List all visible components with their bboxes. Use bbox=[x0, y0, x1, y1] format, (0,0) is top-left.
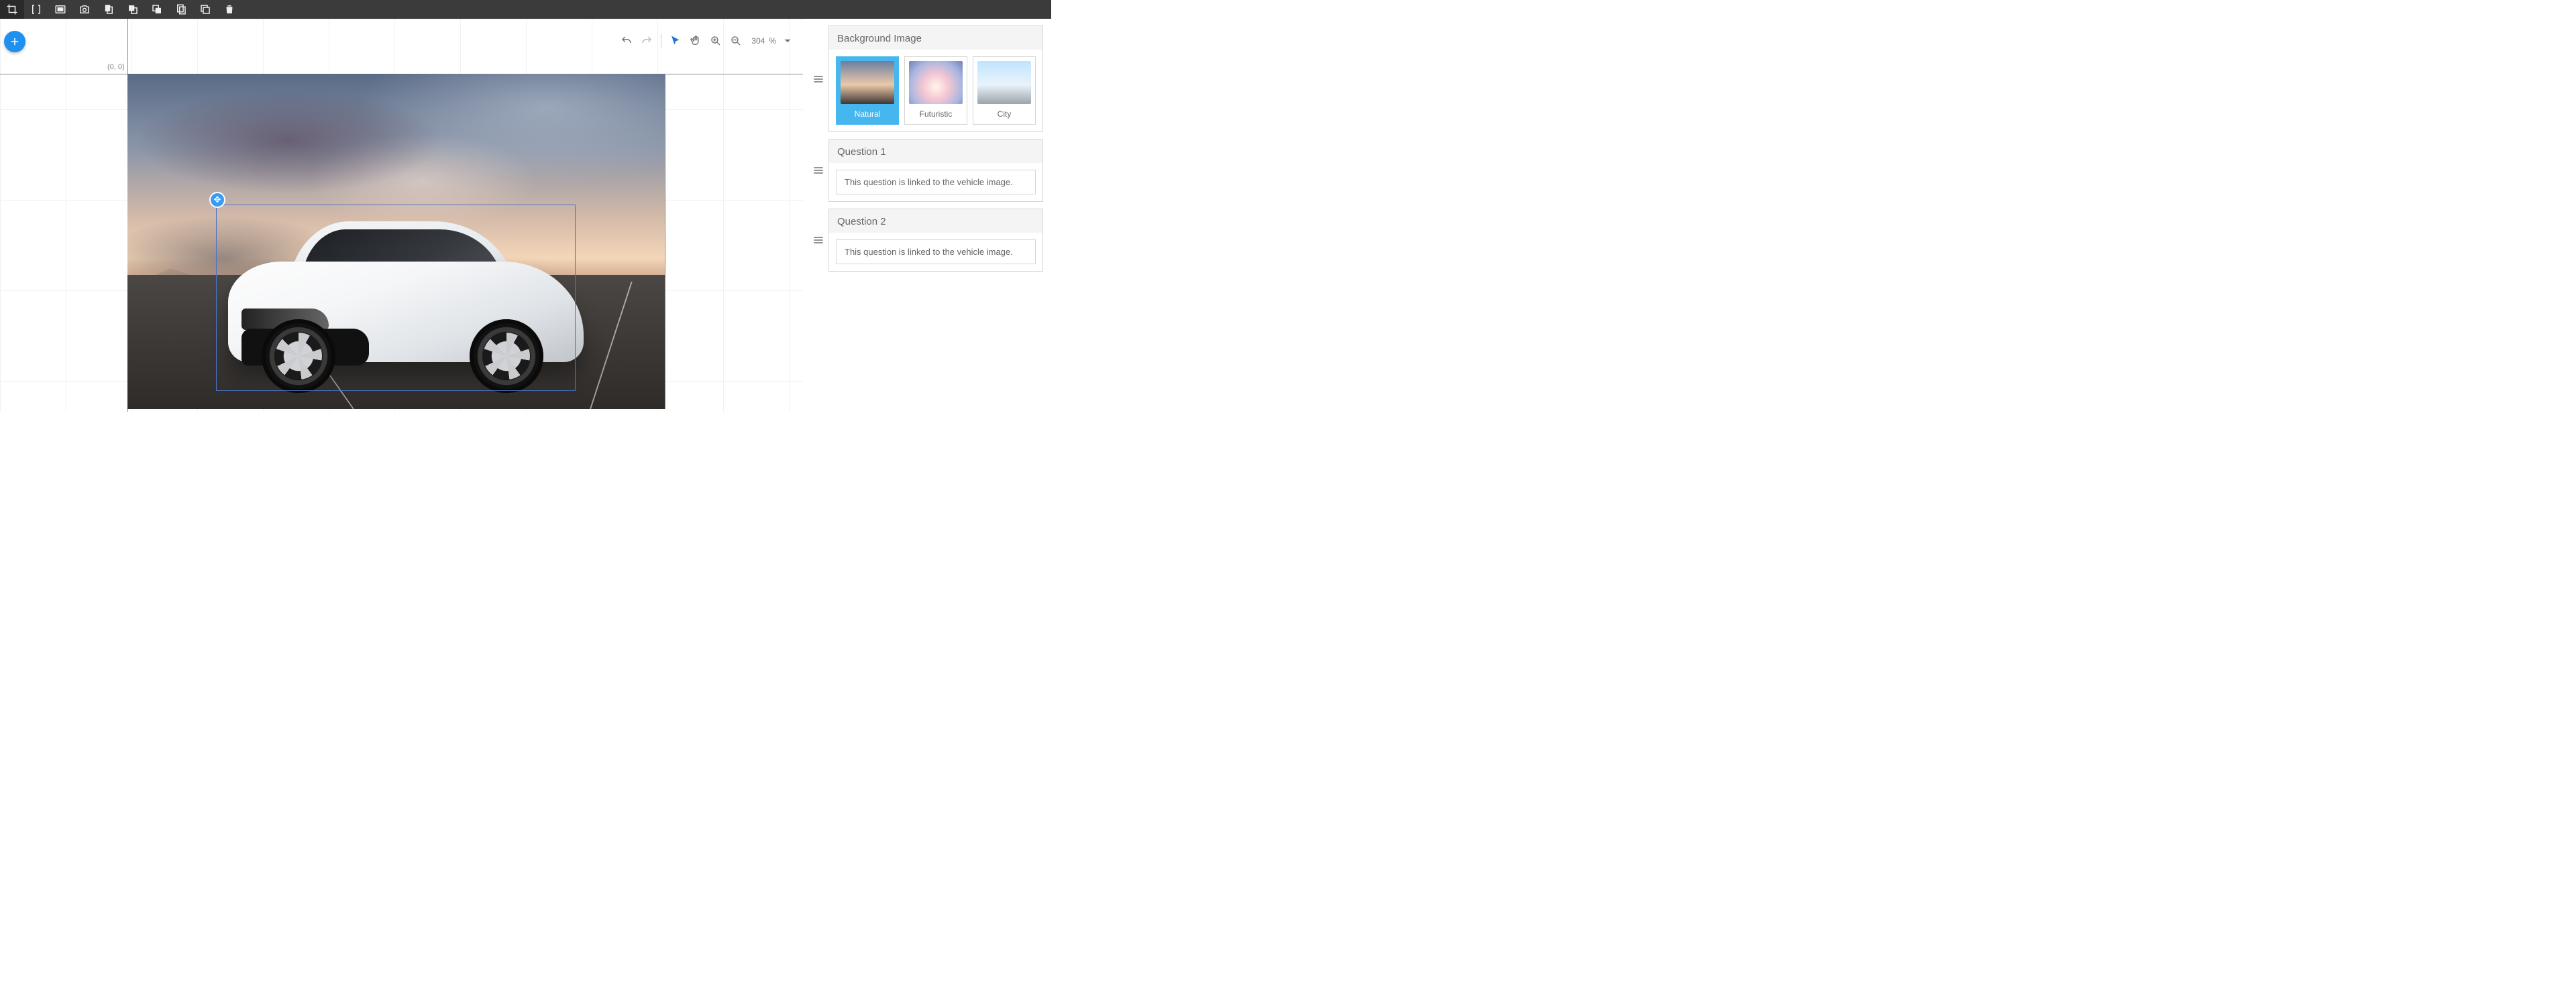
thumbnail-image bbox=[841, 61, 894, 104]
zoom-unit: % bbox=[769, 36, 776, 46]
background-option-futuristic[interactable]: Futuristic bbox=[904, 56, 967, 125]
add-element-button[interactable] bbox=[4, 31, 25, 52]
pan-tool-button[interactable] bbox=[687, 32, 704, 50]
zoom-out-button[interactable] bbox=[727, 32, 745, 50]
copy-button[interactable] bbox=[193, 0, 217, 19]
question-link-note: This question is linked to the vehicle i… bbox=[836, 170, 1036, 194]
fit-screen-button[interactable] bbox=[48, 0, 72, 19]
delete-button[interactable] bbox=[217, 0, 241, 19]
stage-image[interactable] bbox=[127, 74, 665, 409]
send-to-back-button[interactable] bbox=[145, 0, 169, 19]
panel-title: Question 1 bbox=[829, 139, 1042, 163]
move-handle[interactable]: ✥ bbox=[211, 193, 224, 207]
drag-handle[interactable] bbox=[808, 139, 828, 202]
zoom-in-button[interactable] bbox=[707, 32, 724, 50]
panel-title: Question 2 bbox=[829, 209, 1042, 233]
duplicate-button[interactable] bbox=[169, 0, 193, 19]
pointer-tool-button[interactable] bbox=[667, 32, 684, 50]
zoom-dropdown-button[interactable] bbox=[779, 32, 796, 50]
thumbnail-label: Futuristic bbox=[905, 109, 967, 119]
bring-to-front-button[interactable] bbox=[121, 0, 145, 19]
brackets-tool-button[interactable] bbox=[24, 0, 48, 19]
panel-question-1: Question 1 This question is linked to the… bbox=[808, 139, 1043, 202]
thumbnail-image bbox=[977, 61, 1031, 104]
thumbnail-label: City bbox=[973, 109, 1035, 119]
vehicle-image[interactable] bbox=[228, 215, 584, 389]
snapshot-button[interactable] bbox=[72, 0, 97, 19]
crop-tool-button[interactable] bbox=[0, 0, 24, 19]
view-toolbar: 304 % bbox=[618, 32, 796, 50]
question-link-note: This question is linked to the vehicle i… bbox=[836, 239, 1036, 264]
origin-label: (0, 0) bbox=[107, 63, 125, 71]
background-option-natural[interactable]: Natural bbox=[836, 56, 899, 125]
zoom-value: 304 bbox=[751, 36, 765, 46]
canvas-area[interactable]: (0, 0) ✥ bbox=[0, 19, 803, 412]
drag-handle[interactable] bbox=[808, 25, 828, 132]
panel-title: Background Image bbox=[829, 26, 1042, 50]
properties-panel: Background Image Natural Futuristic City Q… bbox=[803, 19, 1051, 412]
redo-button[interactable] bbox=[638, 32, 655, 50]
background-option-city[interactable]: City bbox=[973, 56, 1036, 125]
thumbnail-image bbox=[909, 61, 963, 104]
undo-button[interactable] bbox=[618, 32, 635, 50]
panel-background-image: Background Image Natural Futuristic City bbox=[808, 25, 1043, 132]
copy-pages-button[interactable] bbox=[97, 0, 121, 19]
panel-question-2: Question 2 This question is linked to the… bbox=[808, 209, 1043, 272]
top-toolbar bbox=[0, 0, 1051, 19]
drag-handle[interactable] bbox=[808, 209, 828, 272]
thumbnail-label: Natural bbox=[837, 109, 898, 119]
